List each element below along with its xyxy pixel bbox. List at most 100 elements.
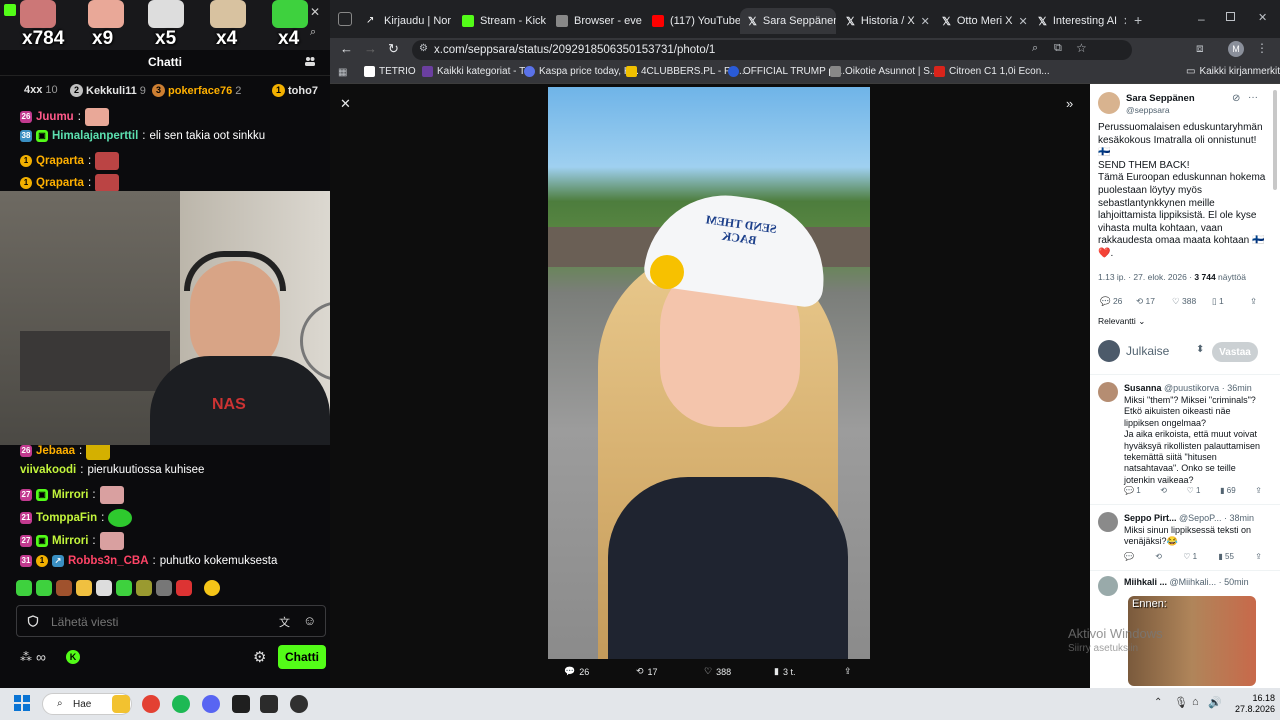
discord-icon[interactable] bbox=[202, 695, 220, 713]
extensions-icon[interactable]: ⧈ bbox=[1196, 41, 1204, 56]
user-settings-icon[interactable]: ⁂ bbox=[20, 650, 32, 664]
profile-avatar[interactable]: M bbox=[1228, 41, 1244, 57]
reply-reply-action[interactable]: 💬 bbox=[1124, 552, 1134, 561]
views-action[interactable]: ▮ 3 t. bbox=[774, 666, 795, 677]
repost-stat[interactable]: ⟲ 17 bbox=[1136, 296, 1155, 307]
share-action[interactable]: ⇪ bbox=[844, 666, 852, 677]
reply-author[interactable]: Susanna bbox=[1124, 383, 1162, 393]
chat-username[interactable]: viivakoodi bbox=[20, 464, 76, 476]
reply-author[interactable]: Seppo Pirt... bbox=[1124, 513, 1177, 523]
tab[interactable]: ↗Kirjaudu | Nor✕ bbox=[358, 8, 458, 34]
chat-username[interactable]: Jebaaa bbox=[36, 445, 75, 457]
emote-button[interactable] bbox=[116, 580, 132, 596]
bookmark-item[interactable]: Kaspa price today, K... bbox=[524, 66, 639, 77]
network-icon[interactable]: ⌂ bbox=[1192, 696, 1199, 708]
bookmark-item[interactable]: Citroen C1 1,0i Econ... bbox=[934, 66, 1050, 77]
emote-button[interactable] bbox=[16, 580, 32, 596]
close-icon[interactable]: ✕ bbox=[310, 5, 320, 19]
chat-message[interactable]: viivakoodi: pierukuutiossa kuhisee bbox=[20, 464, 204, 476]
spotify-icon[interactable] bbox=[172, 695, 190, 713]
emote-button[interactable] bbox=[176, 580, 192, 596]
leaderboard-entry[interactable]: 4xx 10 bbox=[24, 84, 58, 96]
file-explorer-icon[interactable] bbox=[112, 695, 130, 713]
chat-username[interactable]: Mirrori bbox=[52, 489, 88, 501]
maximize-icon[interactable] bbox=[1226, 12, 1235, 21]
emote-button[interactable] bbox=[156, 580, 172, 596]
tab[interactable]: 𝕏 Historia / X ✕ bbox=[838, 8, 934, 34]
back-icon[interactable]: ← bbox=[340, 41, 353, 56]
chat-username[interactable]: Qraparta bbox=[36, 177, 84, 189]
chat-username[interactable]: Juumu bbox=[36, 111, 74, 123]
reply-button[interactable]: Vastaa bbox=[1212, 342, 1258, 362]
reply-item[interactable]: Susanna @puustikorva · 36min Miksi "them… bbox=[1098, 382, 1272, 502]
repost-action[interactable]: ⟲ 17 bbox=[636, 666, 658, 677]
new-tab-icon[interactable]: + bbox=[1134, 12, 1142, 28]
chat-message[interactable]: 27 ▣ Mirrori: bbox=[20, 486, 124, 504]
chat-message[interactable]: 31 1 ↗ Robbs3n_CBA: puhutko kokemuksesta bbox=[20, 555, 277, 567]
chat-username[interactable]: TomppaFin bbox=[36, 512, 97, 524]
reply-image[interactable]: Ennen: bbox=[1128, 596, 1256, 686]
close-viewer-icon[interactable]: ✕ bbox=[340, 96, 351, 112]
reply-repost-action[interactable]: ⟲ bbox=[1155, 552, 1162, 561]
cast-icon[interactable]: ⧉ bbox=[1054, 42, 1062, 55]
scrollbar[interactable] bbox=[1273, 90, 1277, 190]
bookmark-item[interactable]: Oikotie Asunnot | S... bbox=[830, 66, 938, 77]
bookmark-item[interactable]: OFFICIAL TRUMP pr... bbox=[728, 66, 845, 77]
tab[interactable]: Stream - Kick✕ bbox=[454, 8, 550, 34]
expand-sidebar-icon[interactable]: » bbox=[1066, 96, 1073, 111]
reload-icon[interactable]: ↻ bbox=[388, 41, 399, 57]
microphone-icon[interactable]: 🎙 bbox=[1174, 696, 1188, 709]
post-photo[interactable]: SEND THEM BACK bbox=[548, 87, 870, 659]
emote-button[interactable] bbox=[96, 580, 112, 596]
system-clock[interactable]: 16.18 27.8.2026 bbox=[1225, 693, 1275, 715]
sort-dropdown[interactable]: Relevantti ⌄ bbox=[1098, 316, 1145, 327]
share-icon[interactable]: ⇪ bbox=[1255, 486, 1262, 495]
site-info-icon[interactable]: ⚙ bbox=[419, 43, 428, 54]
chat-username[interactable]: Robbs3n_CBA bbox=[68, 555, 149, 567]
leaderboard-entry[interactable]: 1 toho7 bbox=[272, 84, 318, 97]
tab[interactable]: Browser - eve✕ bbox=[548, 8, 644, 34]
chat-username[interactable]: Mirrori bbox=[52, 535, 88, 547]
tab[interactable]: 𝕏 Otto Meri X ✕ bbox=[934, 8, 1030, 34]
chat-message[interactable]: 38 ▣ Himalajanperttil: eli sen takia oot… bbox=[20, 130, 265, 142]
windows-start-icon[interactable] bbox=[14, 695, 32, 713]
tab-active[interactable]: 𝕏Sara Seppänen✕ bbox=[740, 8, 836, 34]
tab-close-icon[interactable]: ✕ bbox=[1019, 15, 1028, 28]
reply-reply-action[interactable]: 💬 1 bbox=[1124, 486, 1141, 495]
emote-button[interactable] bbox=[56, 580, 72, 596]
share-icon[interactable]: ⇪ bbox=[1250, 296, 1257, 307]
reply-avatar[interactable] bbox=[1098, 512, 1118, 532]
chat-message[interactable]: 1 Qraparta: bbox=[20, 174, 120, 192]
emoji-picker-icon[interactable]: ☺ bbox=[303, 613, 316, 628]
like-stat[interactable]: ♡ 388 bbox=[1172, 296, 1196, 307]
author-avatar[interactable] bbox=[1098, 92, 1120, 114]
url-input[interactable] bbox=[434, 42, 1034, 58]
emote-button[interactable] bbox=[76, 580, 92, 596]
tab-close-icon[interactable]: ✕ bbox=[921, 15, 930, 28]
grok-icon[interactable]: ⊘ bbox=[1232, 93, 1240, 104]
leaderboard-entry[interactable]: 3 pokerface76 2 bbox=[152, 84, 241, 97]
gear-icon[interactable]: ⚙ bbox=[253, 648, 266, 666]
reply-item[interactable]: Seppo Pirt... @SepoP... · 38min Miksi si… bbox=[1098, 512, 1272, 568]
obs-icon[interactable] bbox=[290, 695, 308, 713]
emote-button[interactable] bbox=[136, 580, 152, 596]
kick-points-icon[interactable]: K bbox=[66, 650, 80, 664]
tone-selector-icon[interactable]: ⬍ bbox=[1196, 344, 1204, 355]
x-app-icon[interactable] bbox=[232, 695, 250, 713]
bookmark-stat[interactable]: ▯ 1 bbox=[1212, 296, 1224, 307]
reply-action[interactable]: 💬 26 bbox=[564, 666, 589, 677]
chat-message-input[interactable] bbox=[51, 612, 271, 632]
reply-avatar[interactable] bbox=[1098, 576, 1118, 596]
reply-like-action[interactable]: ♡ 1 bbox=[1187, 486, 1201, 495]
author-name[interactable]: Sara Seppänen bbox=[1126, 93, 1195, 104]
chat-message[interactable]: 27 ▣ Mirrori: bbox=[20, 532, 124, 550]
minimize-icon[interactable]: – bbox=[1198, 12, 1205, 26]
menu-icon[interactable]: ⋮ bbox=[1256, 41, 1268, 55]
chat-message[interactable]: 26 Juumu: bbox=[20, 108, 109, 126]
share-icon[interactable]: ⇪ bbox=[1255, 552, 1262, 561]
bookmark-item[interactable]: 4CLUBBERS.PL - Po... bbox=[626, 66, 745, 77]
tab[interactable]: (117) YouTube✕ bbox=[644, 8, 740, 34]
app-icon[interactable] bbox=[260, 695, 278, 713]
window-close-icon[interactable]: ✕ bbox=[1258, 11, 1267, 24]
reply-repost-action[interactable]: ⟲ bbox=[1160, 486, 1167, 495]
